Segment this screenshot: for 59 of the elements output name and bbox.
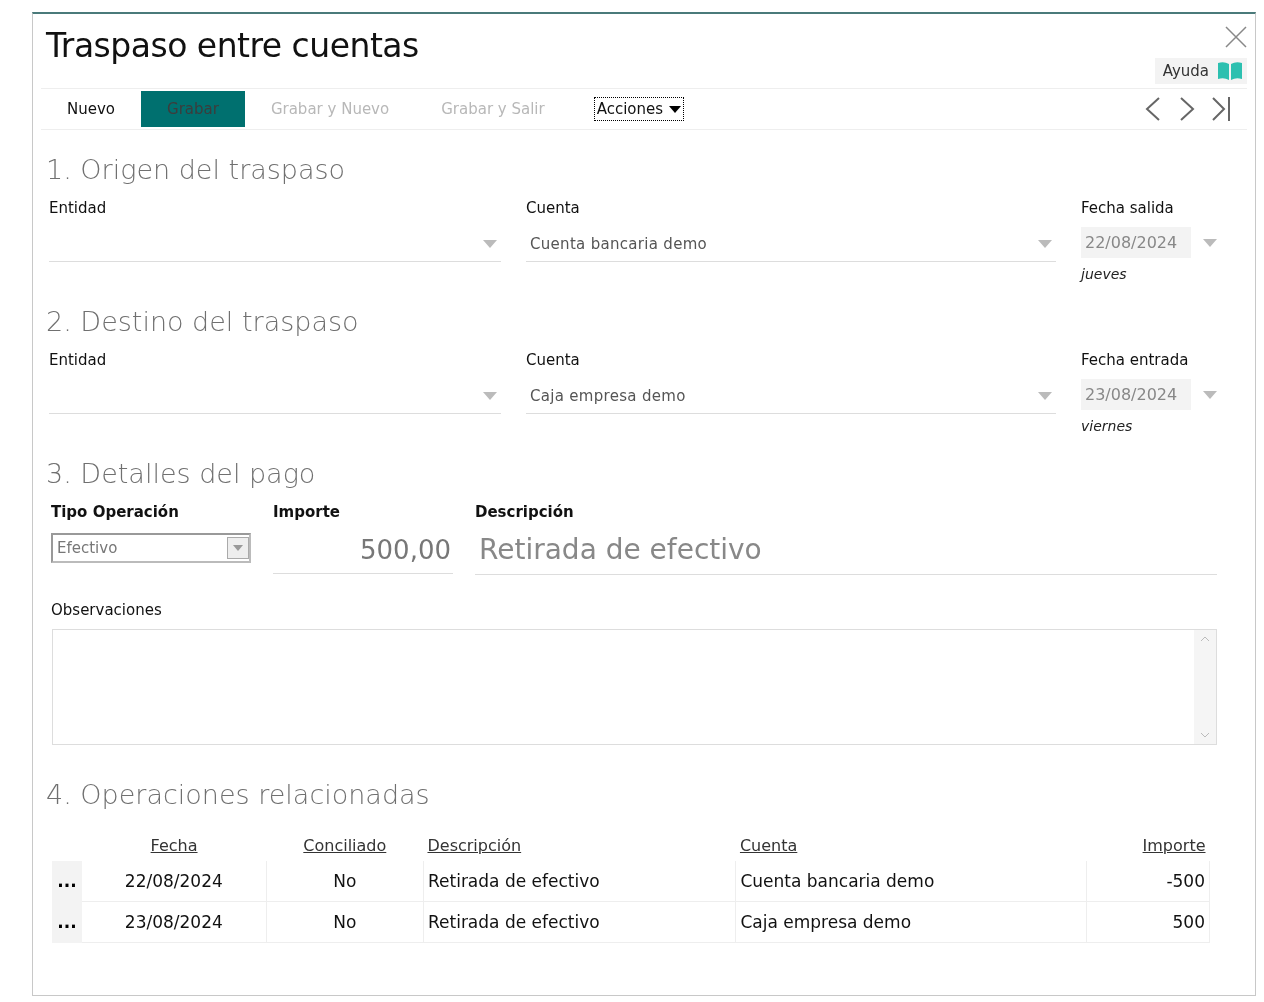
window-title: Traspaso entre cuentas	[46, 26, 419, 65]
field-label: Descripción	[475, 503, 575, 521]
scroll-up-icon[interactable]	[1200, 636, 1210, 642]
section-heading: 2. Destino del traspaso	[46, 306, 360, 337]
section-heading: 4. Operaciones relacionadas	[46, 779, 431, 810]
scrollbar[interactable]	[1194, 630, 1216, 744]
field-label: Cuenta	[526, 199, 581, 217]
field-label: Tipo Operación	[51, 503, 180, 521]
select-value: Efectivo	[57, 539, 118, 557]
book-icon	[1217, 61, 1243, 81]
column-header[interactable]: Descripción	[423, 830, 736, 861]
account-field[interactable]: Cuenta bancaria demo	[526, 227, 1056, 262]
caret-icon[interactable]	[1203, 238, 1217, 247]
description-field[interactable]: Retirada de efectivo	[475, 531, 1217, 575]
close-icon[interactable]	[1225, 26, 1247, 48]
field-label: Entidad	[49, 351, 108, 369]
help-button[interactable]: Ayuda	[1154, 58, 1247, 84]
account-value: Caja empresa demo	[530, 387, 686, 405]
caret-icon[interactable]	[483, 240, 497, 248]
table-cell: No	[266, 901, 424, 943]
weekday-text: jueves	[1081, 266, 1128, 282]
section-heading: 1. Origen del traspaso	[46, 154, 347, 185]
field-label: Fecha salida	[1081, 199, 1175, 217]
column-header[interactable]: Conciliado	[266, 830, 424, 861]
column-header[interactable]: Cuenta	[735, 830, 1087, 861]
amount-field[interactable]: 500,00	[273, 531, 453, 574]
row-menu-button[interactable]: ...	[52, 861, 82, 902]
row-menu-button[interactable]: ...	[52, 901, 82, 943]
account-field[interactable]: Caja empresa demo	[526, 379, 1056, 414]
caret-icon[interactable]	[1038, 392, 1052, 400]
field-label: Fecha entrada	[1081, 351, 1190, 369]
table-cell: -500	[1086, 861, 1210, 902]
field-label: Entidad	[49, 199, 108, 217]
table-cell: Retirada de efectivo	[423, 861, 736, 902]
notes-field[interactable]	[52, 629, 1217, 745]
table-cell: 23/08/2024	[82, 901, 267, 943]
scroll-down-icon[interactable]	[1200, 732, 1210, 738]
column-header[interactable]: Importe	[1086, 830, 1210, 861]
caret-icon[interactable]	[1038, 240, 1052, 248]
table-cell: 500	[1086, 901, 1210, 943]
column-header[interactable]: Fecha	[82, 830, 267, 861]
caret-icon[interactable]	[1203, 390, 1217, 399]
last-icon[interactable]	[1211, 96, 1231, 122]
caret-icon	[669, 105, 682, 113]
section-heading: 3. Detalles del pago	[46, 458, 317, 489]
table-cell: Caja empresa demo	[735, 901, 1087, 943]
actions-menu-button[interactable]: Acciones	[594, 98, 684, 120]
table-cell: No	[266, 861, 424, 902]
table-cell: 22/08/2024	[82, 861, 267, 902]
caret-icon[interactable]	[483, 392, 497, 400]
table-cell: Cuenta bancaria demo	[735, 861, 1087, 902]
operation-type-select[interactable]: Efectivo	[51, 533, 251, 563]
field-label: Cuenta	[526, 351, 581, 369]
weekday-text: viernes	[1081, 418, 1134, 434]
toolbar-button[interactable]: Nuevo	[41, 91, 141, 127]
account-value: Cuenta bancaria demo	[530, 235, 708, 253]
field-label: Observaciones	[51, 601, 163, 619]
table-cell: Retirada de efectivo	[423, 901, 736, 943]
field-label: Importe	[273, 503, 341, 521]
